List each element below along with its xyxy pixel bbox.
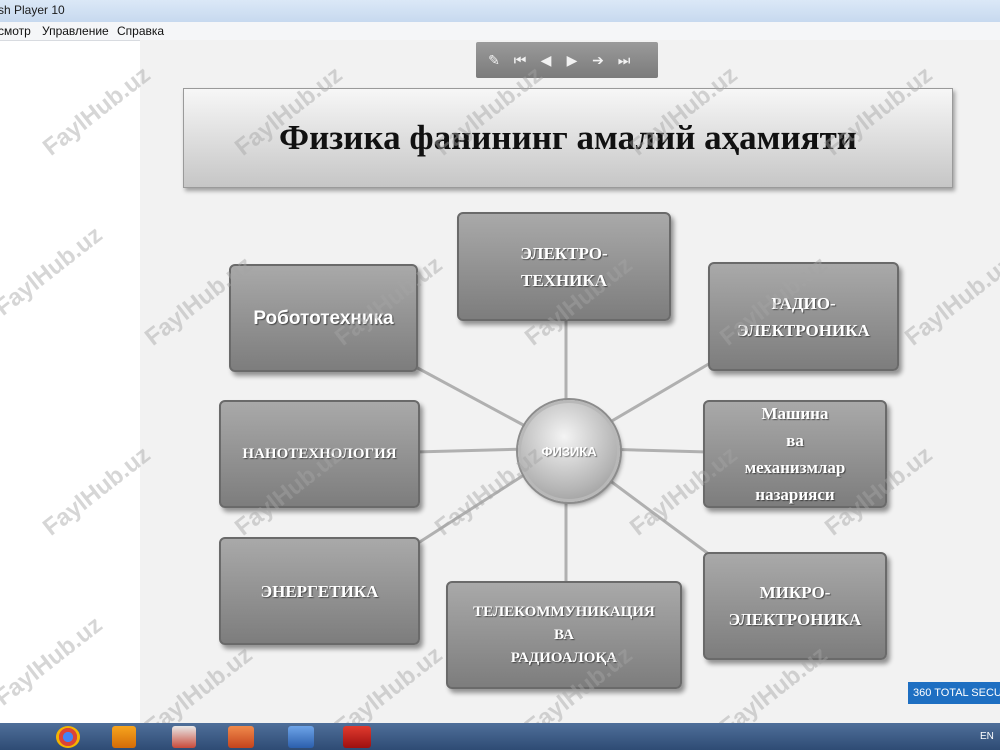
node-robotics: Робототехника <box>229 264 418 372</box>
chrome-icon[interactable] <box>56 726 80 748</box>
node-physics-center: ФИЗИКА <box>518 400 620 502</box>
flash-icon[interactable] <box>343 726 371 748</box>
paint-icon[interactable] <box>172 726 196 748</box>
node-radioelectronics: РАДИО- ЭЛЕКТРОНИКА <box>708 262 899 371</box>
node-nanotech: НАНОТЕХНОЛОГИЯ <box>219 400 420 508</box>
taskbar <box>0 723 1000 750</box>
node-machines: Машина ва механизмлар назарияси <box>703 400 887 508</box>
node-electrotech: ЭЛЕКТРО- ТЕХНИКА <box>457 212 671 321</box>
language-indicator[interactable]: EN <box>980 731 994 742</box>
powerpoint-icon[interactable] <box>228 726 254 748</box>
node-microelectronics: МИКРО- ЭЛЕКТРОНИКА <box>703 552 887 660</box>
security-badge[interactable]: 360 TOTAL SECU <box>908 682 1000 704</box>
media-player-icon[interactable] <box>112 726 136 748</box>
word-icon[interactable] <box>288 726 314 748</box>
center-label: ФИЗИКА <box>541 443 597 459</box>
node-telecom: ТЕЛЕКОММУНИКАЦИЯ ВА РАДИОАЛОҚА <box>446 581 682 689</box>
node-energy: ЭНЕРГЕТИКА <box>219 537 420 645</box>
